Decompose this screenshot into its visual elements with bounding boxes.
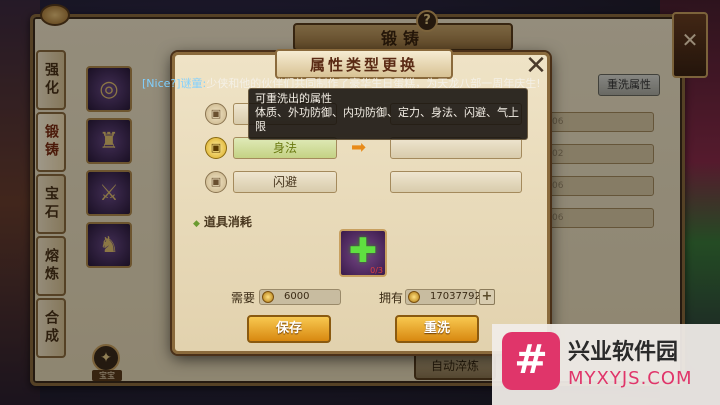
attribute-row-2: ▣ 身法 <box>205 137 345 163</box>
arrow-right-icon: ➡ <box>351 137 367 158</box>
dialog-title-bar: 属性类型更换 <box>275 49 453 79</box>
dialog-title: 属性类型更换 <box>309 55 418 74</box>
watermark-name: 兴业软件园 <box>568 340 679 365</box>
consume-section-label: ◆ 道具消耗 <box>193 213 252 230</box>
cost-label: 需要 <box>231 291 256 305</box>
tooltip-body: 体质、外功防御、内功防御、定力、身法、闪避、气上限 <box>255 106 519 133</box>
attribute-name[interactable]: 身法 <box>233 137 337 159</box>
lock-icon[interactable]: ▣ <box>205 103 227 125</box>
tooltip-title: 可重洗出的属性 <box>255 92 332 105</box>
coin-icon <box>408 291 420 303</box>
bullet-icon: ◆ <box>193 219 200 229</box>
new-attribute-slot <box>390 171 522 193</box>
consume-label: 道具消耗 <box>203 215 252 229</box>
lock-icon[interactable]: ▣ <box>205 171 227 193</box>
coin-icon <box>262 291 274 303</box>
rewash-button[interactable]: 重洗 <box>395 315 479 343</box>
consumable-item-slot[interactable]: ✚ 0/3 <box>339 229 387 277</box>
attribute-name[interactable]: 闪避 <box>233 171 337 193</box>
attribute-tooltip: 可重洗出的属性 体质、外功防御、内功防御、定力、身法、闪避、气上限 <box>248 88 528 140</box>
site-watermark: # 兴业软件园 MYXYJS.COM <box>492 324 720 405</box>
cost-value-box: 6000 <box>259 289 341 305</box>
attribute-row-3: ▣ 闪避 <box>205 171 345 197</box>
cost-value: 6000 <box>284 291 310 302</box>
green-cross-icon: ✚ <box>348 231 378 271</box>
lock-icon[interactable]: ▣ <box>205 137 227 159</box>
add-currency-button[interactable]: + <box>479 289 495 305</box>
watermark-logo-icon: # <box>502 332 560 390</box>
broadcast-sender: [Nice?]谜童: <box>142 77 207 90</box>
save-button[interactable]: 保存 <box>247 315 331 343</box>
new-attribute-slot <box>390 137 522 159</box>
item-count: 0/3 <box>370 266 383 275</box>
owned-value-box: 170377928 <box>405 289 487 305</box>
watermark-url: MYXYJS.COM <box>568 368 693 389</box>
owned-label: 拥有 <box>379 291 404 305</box>
